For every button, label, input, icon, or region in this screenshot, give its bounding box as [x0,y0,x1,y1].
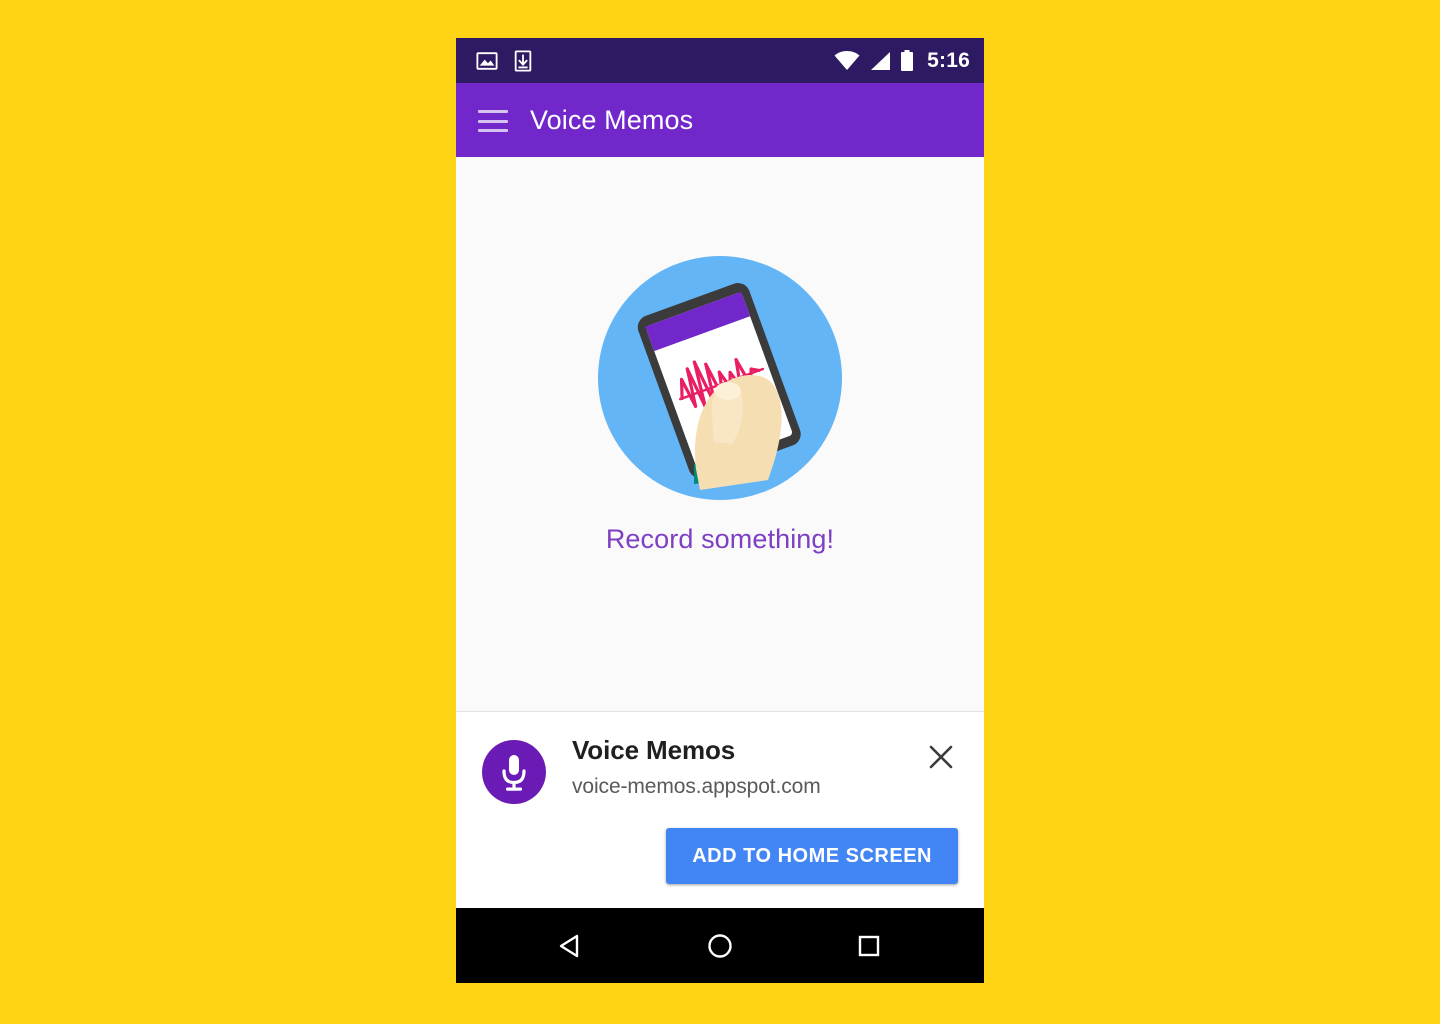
install-banner-actions: ADD TO HOME SCREEN [482,828,958,884]
install-banner-title: Voice Memos [572,735,736,765]
page-root: 5:16 Voice Memos Record something! Voice… [0,0,1440,1024]
empty-state-text: Record something! [605,523,835,554]
status-bar-time: 5:16 [927,48,970,72]
cellular-signal-icon [871,51,891,70]
install-banner-header: Voice Memos voice-memos.appspot.com [482,735,958,804]
android-nav-bar [456,908,984,983]
app-bar: Voice Memos [456,83,984,157]
install-banner: Voice Memos voice-memos.appspot.com ADD … [456,712,984,908]
back-triangle-icon [559,934,578,957]
status-bar: 5:16 [456,38,984,83]
image-icon [476,51,498,70]
app-bar-title: Voice Memos [530,104,694,135]
hamburger-line [478,110,508,113]
back-button[interactable] [541,916,601,976]
recents-square-icon [859,935,880,956]
hand-holding-phone-illustration [596,254,844,502]
add-to-home-screen-button[interactable]: ADD TO HOME SCREEN [666,828,958,884]
download-icon [514,49,532,72]
home-button[interactable] [690,916,750,976]
home-circle-icon [708,933,732,958]
microphone-icon [482,740,546,804]
hamburger-menu-icon[interactable] [478,110,508,132]
phone-screen: 5:16 Voice Memos Record something! Voice… [456,38,984,983]
hamburger-line [478,119,508,123]
install-banner-url: voice-memos.appspot.com [572,774,821,798]
wifi-icon [834,50,860,70]
main-content: Record something! [456,157,984,712]
close-icon[interactable] [924,740,958,774]
install-banner-text: Voice Memos voice-memos.appspot.com [572,735,924,799]
status-bar-left-icons [476,49,532,72]
hamburger-line [478,129,508,132]
recents-button[interactable] [839,916,899,976]
battery-icon [901,49,914,71]
status-bar-right-icons: 5:16 [834,49,970,73]
